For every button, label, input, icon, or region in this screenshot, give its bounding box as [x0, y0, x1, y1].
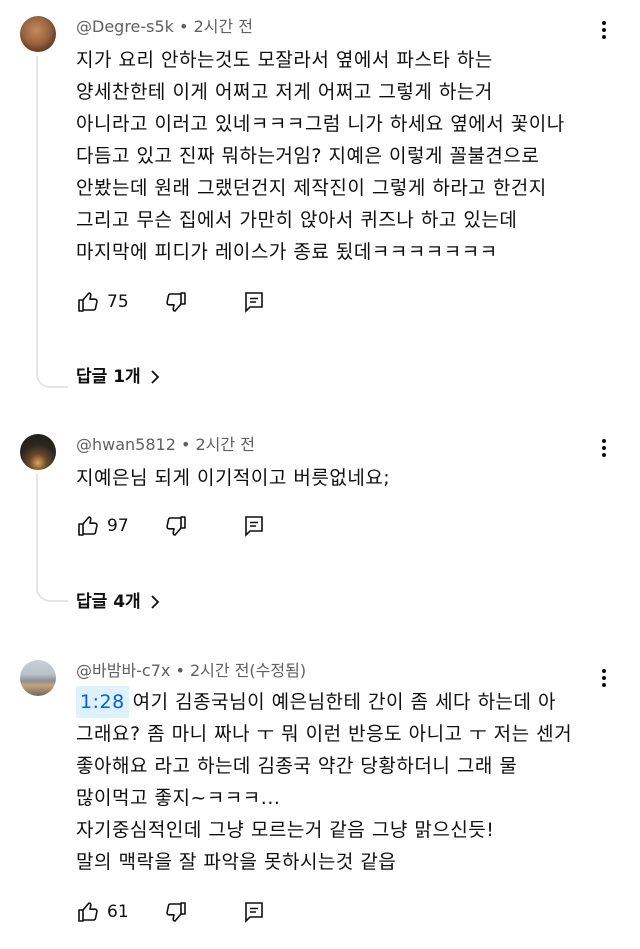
reply-icon	[245, 516, 263, 537]
thumbs-down-icon	[166, 902, 186, 922]
comment-actions: 61	[76, 896, 296, 928]
comment-actions: 97	[76, 510, 296, 542]
avatar[interactable]	[20, 434, 56, 470]
comment-line: 양세찬한테 이게 어쩌고 저게 어쩌고 그렇게 하는거	[76, 81, 493, 103]
chevron-right-icon	[151, 595, 159, 609]
comment-actions: 75	[76, 286, 296, 318]
more-options-icon[interactable]	[596, 436, 612, 460]
thread-connector	[36, 56, 68, 388]
dislike-button[interactable]	[164, 514, 188, 538]
view-replies-button[interactable]: 답글 1개	[76, 364, 161, 390]
reply-button[interactable]	[242, 900, 266, 924]
comment-meta: @Degre-s5k • 2시간 전	[76, 16, 253, 38]
post-time: • 2시간 전(수정됨)	[170, 661, 307, 680]
thumbs-up-icon	[78, 292, 98, 312]
comment-line: 많이먹고 좋지~ㅋㅋㅋ...	[76, 787, 281, 809]
like-button[interactable]	[76, 290, 100, 314]
replies-count-label: 답글 4개	[76, 592, 141, 612]
comment-text: 1:28 여기 김종국님이 예은님한테 간이 좀 세다 하는데 아 그래요? 좀 …	[76, 686, 616, 878]
comment-line: 자기중심적인데 그냥 모르는거 같음 그냥 맑으신듯!	[76, 819, 495, 841]
comment-text: 지가 요리 안하는것도 모잘라서 옆에서 파스타 하는 양세찬한테 이게 어쩌고…	[76, 44, 616, 268]
comment-line: 그래요? 좀 마니 짜나 ㅜ 뭐 이런 반응도 아니고 ㅜ 저는 센거	[76, 723, 573, 745]
dislike-button[interactable]	[164, 290, 188, 314]
author-name[interactable]: @hwan5812	[76, 435, 176, 454]
comment-line: 지가 요리 안하는것도 모잘라서 옆에서 파스타 하는	[76, 49, 493, 71]
more-options-icon[interactable]	[596, 18, 612, 42]
post-time: • 2시간 전	[173, 17, 253, 36]
author-name[interactable]: @Degre-s5k	[76, 17, 174, 36]
dislike-button[interactable]	[164, 900, 188, 924]
thread-connector	[36, 474, 68, 602]
comment-meta: @바밤바-c7x • 2시간 전(수정됨)	[76, 660, 306, 682]
comment-line: 지예은님 되게 이기적이고 버릇없네요;	[76, 467, 391, 489]
reply-button[interactable]	[242, 514, 266, 538]
timestamp-link[interactable]: 1:28	[76, 686, 129, 718]
comment-line: 아니라고 이러고 있네ㅋㅋㅋ그럼 니가 하세요 옆에서 꽃이나	[76, 113, 565, 135]
like-count: 97	[107, 516, 129, 536]
chevron-right-icon	[151, 370, 159, 384]
reply-icon	[245, 292, 263, 313]
comment-line: 마지막에 피디가 레이스가 종료 됬데ㅋㅋㅋㅋㅋㅋㅋ	[76, 241, 498, 263]
avatar[interactable]	[20, 16, 56, 52]
comment-line: 좋아해요 라고 하는데 김종국 약간 당황하더니 그래 물	[76, 755, 518, 777]
comment-line: 그리고 무슨 집에서 가만히 앉아서 퀴즈나 하고 있는데	[76, 209, 518, 231]
comment-line: 1:28 여기 김종국님이 예은님한테 간이 좀 세다 하는데 아	[76, 686, 616, 718]
thumbs-up-icon	[78, 902, 98, 922]
view-replies-button[interactable]: 답글 4개	[76, 589, 161, 615]
like-button[interactable]	[76, 900, 100, 924]
thumbs-down-icon	[166, 292, 186, 312]
post-time: • 2시간 전	[175, 435, 255, 454]
like-count: 61	[107, 902, 129, 922]
comment-meta: @hwan5812 • 2시간 전	[76, 434, 255, 456]
comment-line: 말의 맥락을 잘 파악을 못하시는것 같읍	[76, 851, 397, 873]
comment-line: 다듬고 있고 진짜 뭐하는거임? 지예은 이렇게 꼴불견으로	[76, 145, 540, 167]
comment-line-rest: 여기 김종국님이 예은님한테 간이 좀 세다 하는데 아	[132, 691, 557, 713]
reply-icon	[245, 902, 263, 923]
comment-text: 지예은님 되게 이기적이고 버릇없네요;	[76, 462, 616, 494]
replies-count-label: 답글 1개	[76, 367, 141, 387]
comment-line: 안봤는데 원래 그랬던건지 제작진이 그렇게 하라고 한건지	[76, 177, 547, 199]
avatar[interactable]	[20, 660, 56, 696]
author-name[interactable]: @바밤바-c7x	[76, 661, 170, 680]
thumbs-up-icon	[78, 516, 98, 536]
reply-button[interactable]	[242, 290, 266, 314]
like-button[interactable]	[76, 514, 100, 538]
thumbs-down-icon	[166, 516, 186, 536]
like-count: 75	[107, 292, 129, 312]
